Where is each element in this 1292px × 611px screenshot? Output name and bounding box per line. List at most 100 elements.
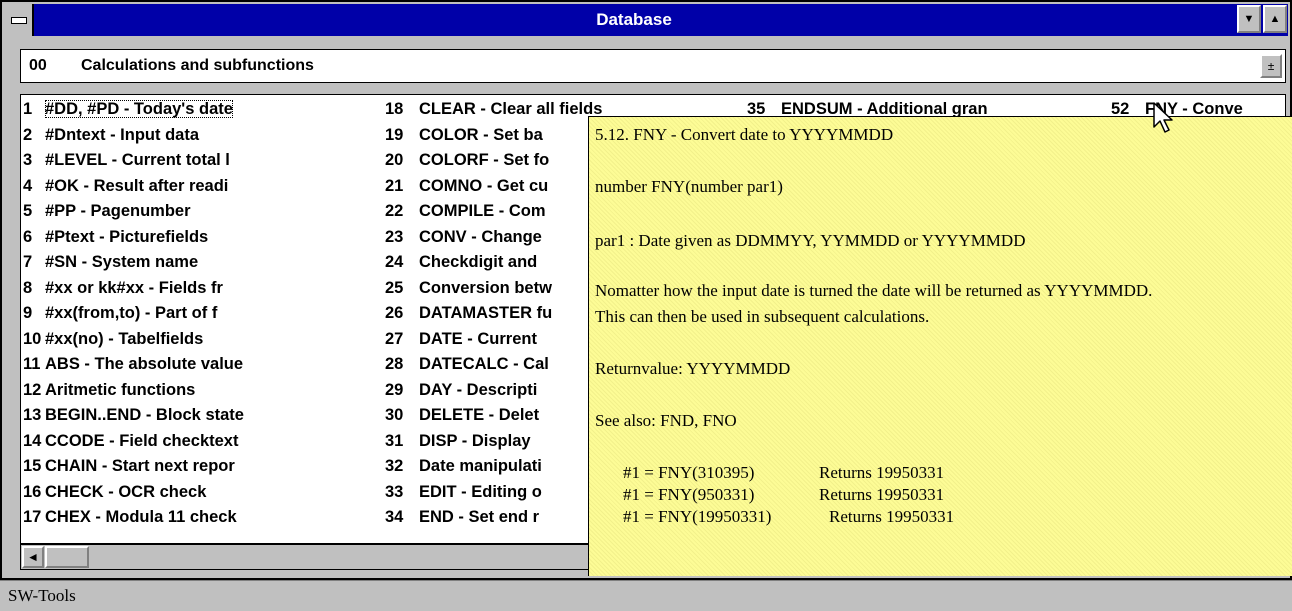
list-item-label: BEGIN..END - Block state xyxy=(45,406,244,424)
example-code: #1 = FNY(310395) xyxy=(623,463,754,483)
list-item-label: CONV - Change xyxy=(419,228,542,246)
list-item-label: DISP - Display xyxy=(419,432,531,450)
list-item[interactable]: 13 BEGIN..END - Block state xyxy=(23,403,244,429)
list-item[interactable]: 20 COLORF - Set fo xyxy=(385,148,602,174)
list-item-number: 17 xyxy=(23,505,45,530)
list-item[interactable]: 15 CHAIN - Start next repor xyxy=(23,454,244,480)
list-item-number: 3 xyxy=(23,148,45,173)
list-item[interactable]: 22 COMPILE - Com xyxy=(385,199,602,225)
category-code: 00 xyxy=(29,50,47,82)
list-item[interactable]: 8 #xx or kk#xx - Fields fr xyxy=(23,276,244,302)
list-item-label: #PP - Pagenumber xyxy=(45,202,191,220)
help-heading: 5.12. FNY - Convert date to YYYYMMDD xyxy=(595,125,893,145)
help-desc-line-1: Nomatter how the input date is turned th… xyxy=(595,281,1152,301)
list-item-label: CCODE - Field checktext xyxy=(45,432,238,450)
list-item[interactable]: 25 Conversion betw xyxy=(385,276,602,302)
list-item-number: 24 xyxy=(385,250,413,275)
list-item-label: #DD, #PD - Today's date xyxy=(45,100,233,118)
status-text: SW-Tools xyxy=(8,581,76,611)
system-menu-icon[interactable] xyxy=(4,4,34,36)
minimize-button[interactable]: ▼ xyxy=(1237,5,1261,33)
list-item-label: #xx(no) - Tabelfields xyxy=(45,330,203,348)
list-item[interactable]: 29 DAY - Descripti xyxy=(385,378,602,404)
list-item[interactable]: 18 CLEAR - Clear all fields xyxy=(385,97,602,123)
list-item-number: 19 xyxy=(385,123,413,148)
list-column-2: 18 CLEAR - Clear all fields 19 COLOR - Set … xyxy=(385,97,602,531)
list-item-number: 30 xyxy=(385,403,413,428)
list-item-label: #LEVEL - Current total l xyxy=(45,151,230,169)
list-item-label: CHAIN - Start next repor xyxy=(45,457,235,475)
list-item-number: 4 xyxy=(23,174,45,199)
list-item-label: DATE - Current xyxy=(419,330,537,348)
example-code: #1 = FNY(950331) xyxy=(623,485,754,505)
list-item[interactable]: 24 Checkdigit and xyxy=(385,250,602,276)
list-item[interactable]: 1 #DD, #PD - Today's date xyxy=(23,97,244,123)
list-item-number: 5 xyxy=(23,199,45,224)
help-param: par1 : Date given as DDMMYY, YYMMDD or Y… xyxy=(595,231,1025,251)
list-item[interactable]: 4 #OK - Result after readi xyxy=(23,174,244,200)
list-item[interactable]: 10 #xx(no) - Tabelfields xyxy=(23,327,244,353)
list-item-label: CHEX - Modula 11 check xyxy=(45,508,237,526)
list-item-number: 26 xyxy=(385,301,413,326)
list-item[interactable]: 17 CHEX - Modula 11 check xyxy=(23,505,244,531)
list-item[interactable]: 34 END - Set end r xyxy=(385,505,602,531)
list-item[interactable]: 6 #Ptext - Picturefields xyxy=(23,225,244,251)
maximize-button[interactable]: ▲ xyxy=(1263,5,1287,33)
list-item-number: 14 xyxy=(23,429,45,454)
list-item[interactable]: 33 EDIT - Editing o xyxy=(385,480,602,506)
list-item[interactable]: 30 DELETE - Delet xyxy=(385,403,602,429)
list-item-label: COMPILE - Com xyxy=(419,202,546,220)
mouse-pointer-icon xyxy=(1152,101,1176,137)
list-item-label: ABS - The absolute value xyxy=(45,355,243,373)
list-item-label: #SN - System name xyxy=(45,253,198,271)
list-column-1: 1 #DD, #PD - Today's date 2 #Dntext - Input… xyxy=(23,97,244,531)
list-item-label: #xx(from,to) - Part of f xyxy=(45,304,217,322)
status-bar: SW-Tools xyxy=(0,580,1292,610)
list-item[interactable]: 3 #LEVEL - Current total l xyxy=(23,148,244,174)
title-bar[interactable]: Database ▼ ▲ xyxy=(4,4,1288,36)
list-item[interactable]: 31 DISP - Display xyxy=(385,429,602,455)
list-item[interactable]: 14 CCODE - Field checktext xyxy=(23,429,244,455)
list-item-label: Date manipulati xyxy=(419,457,542,475)
list-item[interactable]: 23 CONV - Change xyxy=(385,225,602,251)
list-item[interactable]: 5 #PP - Pagenumber xyxy=(23,199,244,225)
dropdown-arrow-button[interactable]: ± xyxy=(1260,54,1282,78)
list-item[interactable]: 32 Date manipulati xyxy=(385,454,602,480)
list-item-number: 16 xyxy=(23,480,45,505)
list-item-label: DATECALC - Cal xyxy=(419,355,549,373)
list-item[interactable]: 26 DATAMASTER fu xyxy=(385,301,602,327)
list-item-number: 10 xyxy=(23,327,45,352)
list-item[interactable]: 11 ABS - The absolute value xyxy=(23,352,244,378)
list-item[interactable]: 19 COLOR - Set ba xyxy=(385,123,602,149)
list-item-number: 12 xyxy=(23,378,45,403)
list-item-number: 2 xyxy=(23,123,45,148)
list-item[interactable]: 28 DATECALC - Cal xyxy=(385,352,602,378)
list-item[interactable]: 21 COMNO - Get cu xyxy=(385,174,602,200)
scroll-left-arrow-icon[interactable]: ◄ xyxy=(22,546,44,568)
example-result: Returns 19950331 xyxy=(819,463,944,483)
list-item-label: #Dntext - Input data xyxy=(45,126,199,144)
list-item-number: 13 xyxy=(23,403,45,428)
category-dropdown[interactable]: 00 Calculations and subfunctions ± xyxy=(20,49,1286,83)
list-item-label: END - Set end r xyxy=(419,508,539,526)
list-item[interactable]: 16 CHECK - OCR check xyxy=(23,480,244,506)
list-item-label: COMNO - Get cu xyxy=(419,177,548,195)
list-item[interactable]: 12 Aritmetic functions xyxy=(23,378,244,404)
list-item[interactable]: 7 #SN - System name xyxy=(23,250,244,276)
list-item-number: 8 xyxy=(23,276,45,301)
list-item-label: COLOR - Set ba xyxy=(419,126,543,144)
list-item[interactable]: 2 #Dntext - Input data xyxy=(23,123,244,149)
list-item-label: COLORF - Set fo xyxy=(419,151,549,169)
scroll-thumb[interactable] xyxy=(45,546,89,568)
list-item-label: CLEAR - Clear all fields xyxy=(419,100,602,118)
list-item-label: Checkdigit and xyxy=(419,253,537,271)
window-title: Database xyxy=(34,4,1234,36)
list-item[interactable]: 9 #xx(from,to) - Part of f xyxy=(23,301,244,327)
list-item-number: 34 xyxy=(385,505,413,530)
list-item-label: DAY - Descripti xyxy=(419,381,537,399)
example-result: Returns 19950331 xyxy=(829,507,954,527)
list-item-number: 29 xyxy=(385,378,413,403)
list-item-number: 20 xyxy=(385,148,413,173)
list-item[interactable]: 27 DATE - Current xyxy=(385,327,602,353)
category-label: Calculations and subfunctions xyxy=(81,50,314,82)
